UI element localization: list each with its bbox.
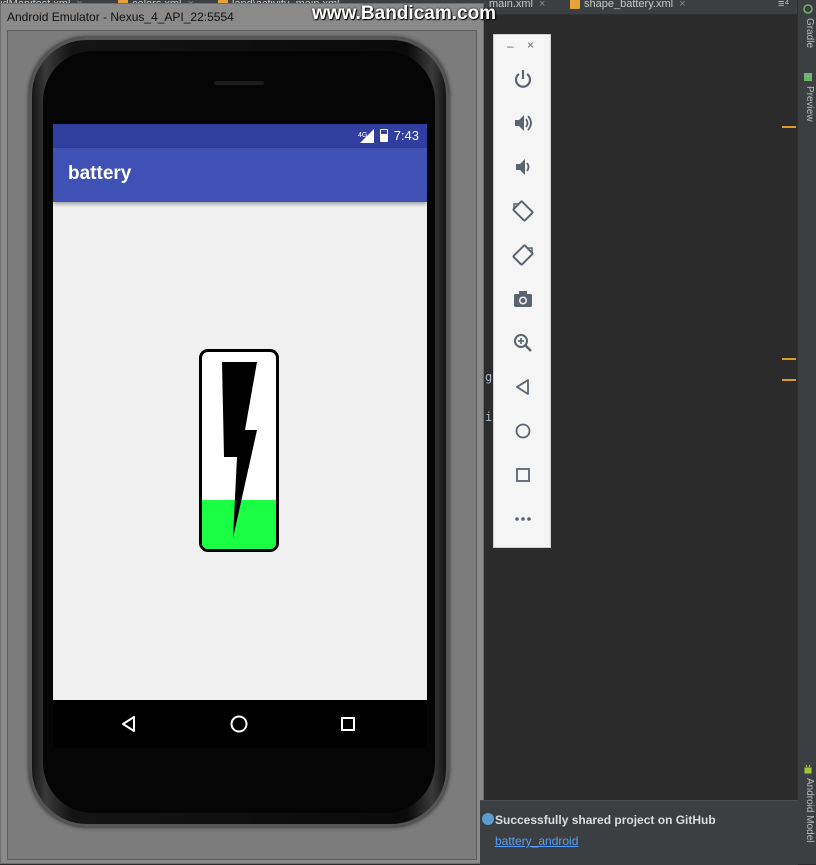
tab-main[interactable]: main.xml × [489, 0, 545, 10]
android-icon [804, 764, 812, 774]
screenshot-button[interactable] [510, 286, 536, 312]
device-screen[interactable]: 4G 7:43 battery [53, 124, 427, 748]
tab-shape-battery[interactable]: shape_battery.xml × [570, 0, 686, 10]
home-icon [230, 715, 248, 733]
ide-right-tool-strip: Gradle Preview Android Model [797, 0, 816, 864]
home-icon [515, 423, 531, 439]
nav-home-button[interactable] [227, 712, 251, 736]
camera-icon [514, 291, 532, 307]
volume-up-icon [515, 115, 532, 131]
editor-text-fragment: g [485, 370, 493, 384]
minimize-button[interactable]: – [507, 39, 514, 53]
editor-text-fragment: i [485, 410, 493, 424]
xml-file-icon [570, 0, 580, 10]
overview-button[interactable] [510, 462, 536, 488]
battery-widget[interactable] [199, 349, 279, 552]
gradle-icon [803, 4, 813, 14]
emulator-toolbar: – × [493, 34, 551, 548]
info-icon [482, 813, 494, 825]
speaker-grille [214, 81, 264, 85]
status-time: 7:43 [393, 128, 419, 143]
app-title: battery [68, 163, 132, 184]
volume-up-button[interactable] [510, 110, 536, 136]
notification-link[interactable]: battery_android [495, 834, 578, 848]
more-button[interactable] [510, 506, 536, 532]
error-stripe-mark[interactable] [782, 126, 796, 128]
error-stripe-mark[interactable] [782, 379, 796, 381]
android-model-tab[interactable]: Android Model [799, 778, 815, 842]
error-stripe-mark[interactable] [782, 358, 796, 360]
back-icon [516, 379, 529, 395]
more-icon [515, 517, 531, 521]
gradle-tab[interactable]: Gradle [799, 18, 815, 48]
close-icon[interactable]: × [539, 0, 545, 10]
preview-icon [804, 73, 812, 81]
battery-status-icon [379, 129, 388, 142]
notification-title: Successfully shared project on GitHub [495, 813, 716, 827]
zoom-icon [514, 334, 532, 352]
home-button[interactable] [510, 418, 536, 444]
app-bar: battery [53, 148, 427, 202]
preview-tab[interactable]: Preview [799, 86, 815, 122]
nav-recents-button[interactable] [336, 712, 360, 736]
rotate-right-icon [512, 244, 534, 266]
close-icon[interactable]: × [679, 0, 685, 10]
back-icon [122, 716, 135, 732]
tab-label: shape_battery.xml [584, 0, 674, 10]
rotate-right-button[interactable] [510, 242, 536, 268]
volume-down-button[interactable] [510, 154, 536, 180]
close-button[interactable]: × [527, 38, 534, 52]
rotate-left-icon [512, 200, 534, 222]
zoom-button[interactable] [510, 330, 536, 356]
signal-icon: 4G [358, 128, 374, 143]
overview-icon [516, 468, 530, 482]
navigation-bar [53, 700, 427, 748]
recents-icon [341, 717, 355, 731]
power-icon [514, 70, 532, 88]
back-button[interactable] [510, 374, 536, 400]
volume-down-icon [516, 159, 530, 175]
status-bar: 4G 7:43 [53, 124, 427, 148]
lightning-bolt-icon [222, 362, 257, 538]
network-type-label: 4G [358, 132, 367, 139]
nav-back-button[interactable] [117, 712, 141, 736]
notification-balloon: Successfully shared project on GitHub ba… [480, 800, 798, 865]
power-button[interactable] [510, 66, 536, 92]
tab-overflow-button[interactable]: ≡⁴ [778, 0, 789, 10]
rotate-left-button[interactable] [510, 198, 536, 224]
emulator-title: Android Emulator - Nexus_4_API_22:5554 [7, 10, 234, 24]
watermark: www.Bandicam.com [312, 3, 497, 24]
